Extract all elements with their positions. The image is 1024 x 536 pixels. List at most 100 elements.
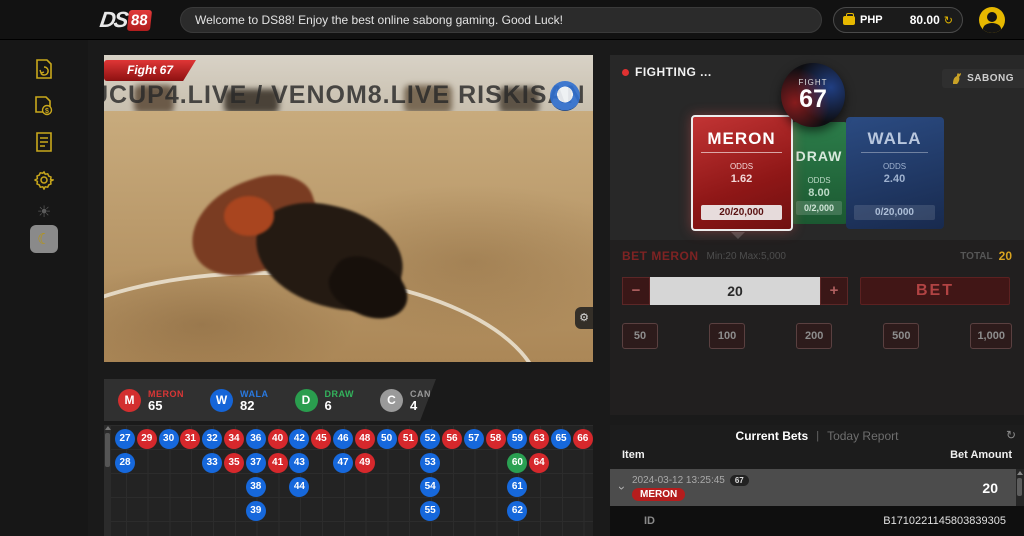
ds88-logo[interactable]: DS 88 (100, 6, 150, 34)
cancel-bubble-icon: C (380, 389, 403, 412)
light-mode-icon[interactable]: ☀ (30, 198, 58, 226)
draw-count-stat: D DRAW6 (295, 389, 355, 412)
tab-today-report[interactable]: Today Report (827, 429, 898, 443)
result-cell: 40 (268, 429, 288, 449)
decrease-amount-button[interactable]: − (622, 277, 650, 305)
col-bet-amount: Bet Amount (950, 449, 1012, 467)
result-cell: 64 (529, 453, 549, 473)
result-cell: 49 (355, 453, 375, 473)
result-cell: 63 (529, 429, 549, 449)
live-video-player[interactable]: UCUP4.LIVE / VENOM8.LIVE RISKISAN Fight … (104, 55, 593, 362)
fight-number-circle: FIGHT 67 (781, 63, 845, 127)
draw-bubble-icon: D (295, 389, 318, 412)
rooster-icon (950, 72, 963, 85)
meron-odds-label: ODDS (730, 162, 753, 171)
tab-separator: | (816, 430, 819, 442)
meron-bet-card[interactable]: MERON ODDS 1.62 20/20,000 (691, 115, 793, 231)
result-cell: 31 (180, 429, 200, 449)
sidebar: $ ☀ ☾ (0, 40, 88, 536)
results-summary-bar: M MERON65 W WALA82 D DRAW6 C CANCEL4 (104, 379, 436, 421)
result-cell: 37 (246, 453, 266, 473)
logo-ds-text: DS (98, 7, 128, 33)
quick-amount-50[interactable]: 50 (622, 323, 658, 349)
bets-scroll-up-icon[interactable] (1017, 471, 1023, 475)
cancel-count-stat: C CANCEL4 (380, 389, 451, 412)
result-cell: 28 (115, 453, 135, 473)
meron-stat-label: MERON (148, 389, 184, 399)
chevron-down-icon[interactable]: › (615, 486, 629, 490)
draw-pool: 0/2,000 (796, 201, 843, 215)
wallet-balance[interactable]: PHP 80.00 ↻ (833, 7, 963, 33)
result-cell: 58 (486, 429, 506, 449)
draw-bet-card[interactable]: DRAW ODDS 8.00 0/2,000 (791, 122, 848, 224)
result-cell: 33 (202, 453, 222, 473)
draw-odds-value: 8.00 (808, 187, 829, 199)
meron-stat-count: 65 (148, 399, 184, 412)
wala-stat-label: WALA (240, 389, 269, 399)
fight-number-badge: Fight 67 (104, 60, 196, 81)
refresh-balance-icon[interactable]: ↻ (944, 14, 953, 27)
meron-count-stat: M MERON65 (118, 389, 184, 412)
results-grid[interactable]: 2728293031323334353637383940414243444546… (104, 425, 593, 536)
stream-watermark: UCUP4.LIVE / VENOM8.LIVE RISKISAN (104, 81, 593, 110)
wala-bubble-icon: W (210, 389, 233, 412)
current-bets-panel: Current Bets | Today Report ↻ Item Bet A… (610, 425, 1024, 536)
result-cell: 60 (507, 453, 527, 473)
result-cell: 52 (420, 429, 440, 449)
total-label: TOTAL (960, 251, 992, 262)
bet-limits: Min:20 Max:5,000 (707, 251, 787, 262)
scroll-thumb[interactable] (105, 433, 110, 467)
total-value: 20 (999, 249, 1012, 263)
col-item: Item (622, 449, 645, 467)
draw-stat-label: DRAW (325, 389, 355, 399)
settings-gear-icon[interactable] (30, 166, 58, 194)
bet-amount-input[interactable] (650, 277, 820, 305)
transactions-icon[interactable]: $ (30, 92, 58, 120)
provider-badge[interactable]: SABONG (942, 69, 1024, 88)
bet-submit-button[interactable]: BET (860, 277, 1010, 305)
bet-time: 2024-03-12 13:25:45 (632, 475, 725, 486)
wala-title: WALA (861, 129, 927, 153)
bets-scrollbar[interactable] (1016, 469, 1024, 506)
wala-bet-card[interactable]: WALA ODDS 2.40 0/20,000 (846, 117, 944, 229)
bet-amount-value: 20 (982, 480, 998, 496)
quick-amount-500[interactable]: 500 (883, 323, 919, 349)
result-cell: 27 (115, 429, 135, 449)
meron-title: MERON (701, 129, 781, 153)
bets-column-headers: Item Bet Amount (622, 449, 1012, 467)
quick-amount-1000[interactable]: 1,000 (970, 323, 1012, 349)
result-cell: 42 (289, 429, 309, 449)
quick-amount-200[interactable]: 200 (796, 323, 832, 349)
bet-history-icon[interactable] (30, 55, 58, 83)
video-settings-icon[interactable]: ⚙ (575, 307, 593, 329)
meron-pool: 20/20,000 (701, 205, 781, 220)
bets-refresh-icon[interactable]: ↻ (1006, 428, 1016, 442)
balance-value: 80.00 (910, 13, 940, 27)
records-icon[interactable] (30, 128, 58, 156)
result-cell: 41 (268, 453, 288, 473)
bets-scroll-thumb[interactable] (1017, 478, 1022, 496)
bet-row[interactable]: › 2024-03-12 13:25:45 67 MERON 20 (610, 469, 1016, 506)
svg-text:$: $ (45, 108, 49, 115)
dark-mode-icon[interactable]: ☾ (30, 225, 58, 253)
grid-scrollbar[interactable] (104, 425, 111, 536)
draw-stat-count: 6 (325, 399, 355, 412)
user-avatar[interactable] (979, 7, 1005, 33)
result-cell: 61 (507, 477, 527, 497)
result-cell: 65 (551, 429, 571, 449)
result-cell: 38 (246, 477, 266, 497)
quick-amount-100[interactable]: 100 (709, 323, 745, 349)
bet-summary-bar: BET MERON Min:20 Max:5,000 TOTAL 20 (622, 248, 1012, 264)
increase-amount-button[interactable]: + (820, 277, 848, 305)
tab-current-bets[interactable]: Current Bets (736, 429, 809, 443)
bets-tabs: Current Bets | Today Report (610, 425, 1024, 447)
draw-odds-label: ODDS (807, 176, 830, 185)
result-cell: 34 (224, 429, 244, 449)
cancel-stat-count: 4 (410, 399, 451, 412)
scroll-up-icon[interactable] (105, 426, 111, 430)
result-cell: 43 (289, 453, 309, 473)
bet-side-label: BET MERON (622, 249, 699, 263)
bet-id-row: ID B1710221145803839305 (610, 506, 1024, 536)
result-cell: 53 (420, 453, 440, 473)
top-bar: DS 88 Welcome to DS88! Enjoy the best on… (0, 0, 1024, 40)
